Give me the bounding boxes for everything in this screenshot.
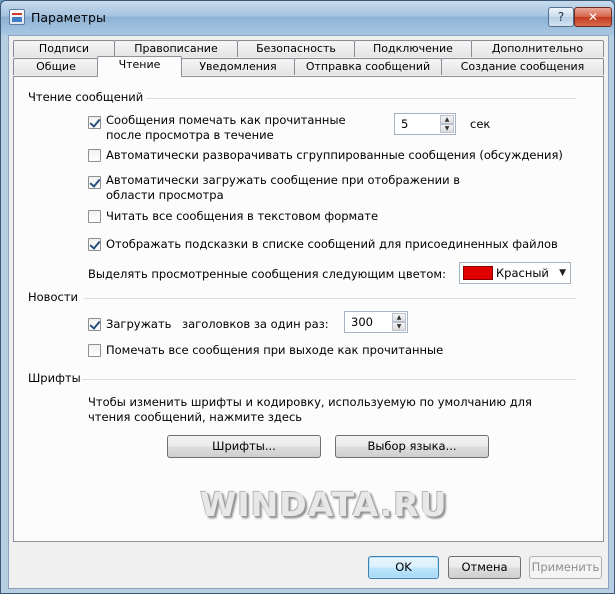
watermark-text: WINDATA.RU <box>200 485 448 524</box>
tab-signatures[interactable]: Подписи <box>13 40 115 57</box>
fonts-group-title: Шрифты <box>28 371 81 385</box>
mark-all-read-label: Помечать все сообщения при выходе как пр… <box>106 343 444 357</box>
attachment-tooltips-checkbox[interactable] <box>88 238 101 251</box>
reading-group-rule <box>146 98 576 99</box>
headers-count-label: заголовков за один раз: <box>182 317 329 331</box>
language-button[interactable]: Выбор языка... <box>335 435 489 458</box>
fonts-description: Чтобы изменить шрифты и кодировку, испол… <box>88 395 532 424</box>
mark-read-checkbox[interactable] <box>88 116 101 129</box>
reading-group-title: Чтение сообщений <box>28 90 144 104</box>
mark-read-label: Сообщения помечать как прочитанные после… <box>106 113 346 142</box>
title-bar[interactable]: Параметры ? ✕ <box>1 1 614 35</box>
tab-security[interactable]: Безопасность <box>237 40 355 57</box>
auto-download-checkbox[interactable] <box>88 176 101 189</box>
cancel-button[interactable]: Отмена <box>448 556 521 579</box>
fonts-group-rule <box>82 379 576 380</box>
mark-read-seconds-spinner[interactable]: 5 ▲ ▼ <box>394 113 456 135</box>
mark-all-read-checkbox[interactable] <box>88 344 101 357</box>
help-button[interactable]: ? <box>548 7 574 27</box>
attachment-tooltips-label: Отображать подсказки в списке сообщений … <box>106 237 558 251</box>
spin-down-icon[interactable]: ▼ <box>392 322 406 331</box>
plain-text-label: Читать все сообщения в текстовом формате <box>106 209 379 223</box>
mark-read-seconds-value: 5 <box>401 117 409 131</box>
headers-count-spinner[interactable]: 300 ▲ ▼ <box>344 311 408 333</box>
expand-groups-label: Автоматически разворачивать сгруппирован… <box>106 148 563 162</box>
highlight-color-label: Выделять просмотренные сообщения следующ… <box>88 267 446 281</box>
ok-button[interactable]: OK <box>368 556 439 579</box>
tab-compose[interactable]: Создание сообщения <box>441 58 604 75</box>
spin-down-icon[interactable]: ▼ <box>440 124 454 133</box>
highlight-color-value: Красный <box>496 266 549 280</box>
tab-connection[interactable]: Подключение <box>354 40 472 57</box>
close-button[interactable]: ✕ <box>574 7 612 27</box>
dialog-client-area: Подписи Правописание Безопасность Подклю… <box>8 35 609 589</box>
chevron-down-icon: ▼ <box>559 268 566 278</box>
spinner-arrows: ▲ ▼ <box>440 115 454 133</box>
options-window: Параметры ? ✕ Подписи Правописание Безоп… <box>0 0 615 594</box>
plain-text-checkbox[interactable] <box>88 210 101 223</box>
fonts-button[interactable]: Шрифты... <box>167 435 321 458</box>
tab-send[interactable]: Отправка сообщений <box>294 58 442 75</box>
window-title: Параметры <box>31 10 106 25</box>
tab-receipts[interactable]: Уведомления <box>181 58 295 75</box>
apply-button[interactable]: Применить <box>529 556 602 579</box>
download-headers-label: Загружать <box>106 317 172 331</box>
download-headers-checkbox[interactable] <box>88 318 101 331</box>
seconds-unit-label: сек <box>470 117 491 131</box>
spin-up-icon[interactable]: ▲ <box>440 115 454 124</box>
close-icon: ✕ <box>587 10 599 24</box>
auto-download-label: Автоматически загружать сообщение при от… <box>106 173 461 202</box>
news-group-rule <box>84 298 576 299</box>
tab-read[interactable]: Чтение <box>97 56 182 77</box>
red-color-swatch <box>463 266 493 280</box>
spin-up-icon[interactable]: ▲ <box>392 313 406 322</box>
options-app-icon <box>9 9 25 25</box>
news-group-title: Новости <box>28 290 78 304</box>
tab-advanced[interactable]: Дополнительно <box>471 40 604 57</box>
spinner-arrows: ▲ ▼ <box>392 313 406 331</box>
tab-strip: Подписи Правописание Безопасность Подклю… <box>9 36 608 80</box>
tab-general[interactable]: Общие <box>13 58 99 75</box>
tab-spelling[interactable]: Правописание <box>114 40 238 57</box>
read-tab-panel: Чтение сообщений Сообщения помечать как … <box>13 76 604 542</box>
highlight-color-select[interactable]: Красный ▼ <box>459 262 571 284</box>
expand-groups-checkbox[interactable] <box>88 149 101 162</box>
headers-count-value: 300 <box>351 315 373 329</box>
